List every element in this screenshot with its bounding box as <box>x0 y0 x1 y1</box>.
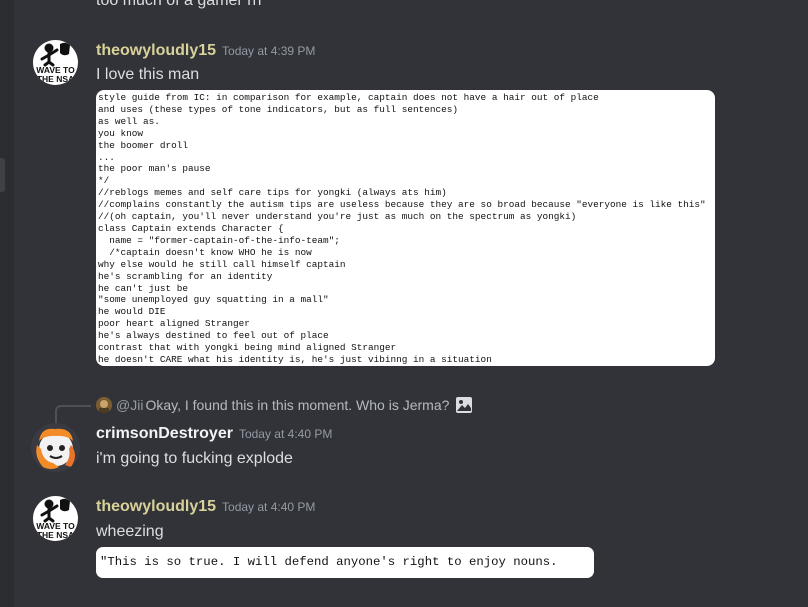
image-attachment[interactable]: style guide from IC: in comparison for e… <box>96 90 715 366</box>
quote-text: "This is so true. I will defend anyone's… <box>100 555 558 569</box>
username[interactable]: theowyloudly15 <box>96 42 216 59</box>
code-line: he can't just be <box>98 282 189 294</box>
avatar-text-line2: THE NSA <box>37 530 74 540</box>
code-line: ... <box>98 151 115 163</box>
avatar[interactable] <box>31 423 80 472</box>
message-header: theowyloudly15 Today at 4:39 PM <box>96 42 315 60</box>
previous-message-text: too much of a gamer rn <box>96 0 262 9</box>
code-line: //(oh captain, you'll never understand y… <box>98 211 577 223</box>
code-line: class Captain extends Character { <box>98 222 284 234</box>
code-line: contrast that with yongki being mind ali… <box>98 342 397 354</box>
code-line: he's scrambling for an identity <box>98 270 273 282</box>
username[interactable]: crimsonDestroyer <box>96 425 233 442</box>
wave-to-the-nsa-avatar-icon: WAVE TO THE NSA <box>33 40 78 85</box>
message-header: theowyloudly15 Today at 4:40 PM <box>96 498 315 516</box>
code-line: he's always destined to feel out of plac… <box>98 330 329 342</box>
reply-avatar-icon <box>96 397 112 413</box>
reply-context[interactable]: @Jii Okay, I found this in this moment. W… <box>96 396 473 416</box>
reply-mention[interactable]: @Jii <box>116 397 143 413</box>
timestamp[interactable]: Today at 4:39 PM <box>222 44 315 58</box>
quote-image-attachment[interactable]: "This is so true. I will defend anyone's… <box>96 547 594 578</box>
code-line: style guide from IC: in comparison for e… <box>98 92 599 103</box>
avatar[interactable]: WAVE TO THE NSA <box>33 40 78 85</box>
timestamp[interactable]: Today at 4:40 PM <box>239 427 332 441</box>
rail-handle[interactable] <box>0 158 5 192</box>
code-line: you know <box>98 127 144 139</box>
avatar-text-line2: THE NSA <box>37 74 74 84</box>
code-line: as well as. <box>98 115 160 127</box>
message-text: i'm going to fucking explode <box>96 450 293 467</box>
code-line: the boomer droll <box>98 139 189 151</box>
reply-spine <box>55 405 91 424</box>
message-text: I love this man <box>96 66 200 83</box>
timestamp[interactable]: Today at 4:40 PM <box>222 500 315 514</box>
code-line: */ <box>98 175 110 187</box>
code-line: poor heart aligned Stranger <box>98 318 250 330</box>
code-line: why else would he still call himself cap… <box>98 258 346 270</box>
username[interactable]: theowyloudly15 <box>96 498 216 515</box>
reply-preview-text[interactable]: Okay, I found this in this moment. Who i… <box>145 397 449 413</box>
message-header: crimsonDestroyer Today at 4:40 PM <box>96 425 332 443</box>
code-line: the poor man's pause <box>98 163 211 175</box>
character-avatar-icon <box>31 423 80 472</box>
code-line: and uses (these types of tone indicators… <box>98 103 459 115</box>
image-icon <box>455 396 473 417</box>
code-line: //reblogs memes and self care tips for y… <box>98 187 447 199</box>
code-line: name = "former-captain-of-the-info-team"… <box>98 234 340 246</box>
code-line: he doesn't CARE what his identity is, he… <box>98 353 492 365</box>
code-screenshot-text: style guide from IC: in comparison for e… <box>96 90 715 366</box>
left-rail <box>0 0 14 607</box>
code-line: "some unemployed guy squatting in a mall… <box>98 294 329 306</box>
message-text: wheezing <box>96 523 164 540</box>
code-line: /*captain doesn't know WHO he is now <box>98 246 312 258</box>
avatar[interactable]: WAVE TO THE NSA <box>33 496 78 541</box>
reply-avatar[interactable] <box>96 397 112 413</box>
wave-to-the-nsa-avatar-icon: WAVE TO THE NSA <box>33 496 78 541</box>
code-line: //complains constantly the autism tips a… <box>98 199 706 211</box>
code-line: he would DIE <box>98 306 166 318</box>
